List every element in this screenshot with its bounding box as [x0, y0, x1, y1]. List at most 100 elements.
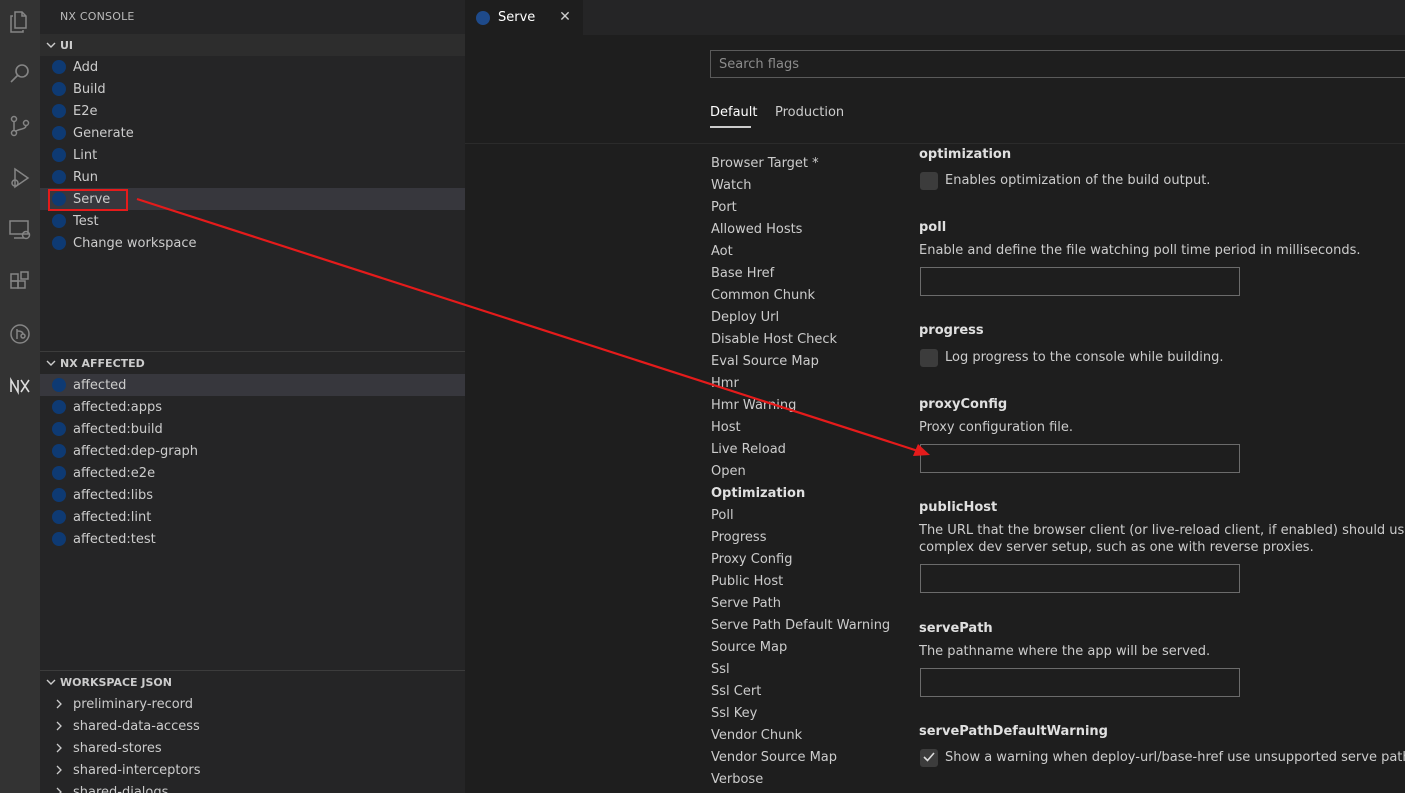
publichost-input[interactable] [920, 564, 1240, 593]
explorer-icon[interactable] [4, 6, 36, 38]
flag-nav-item[interactable]: Public Host [711, 571, 901, 593]
proxyconfig-input[interactable] [920, 444, 1240, 473]
section-header-workspace-json[interactable]: WORKSPACE JSON [40, 670, 465, 693]
affected-item[interactable]: affected:dep-graph [40, 440, 465, 462]
nx-task-icon [52, 510, 66, 524]
ui-item-test[interactable]: Test [40, 210, 465, 232]
affected-item[interactable]: affected:libs [40, 484, 465, 506]
field-label-optimization: optimization [919, 147, 1012, 162]
workspace-project-item[interactable]: shared-data-access [40, 715, 465, 737]
flag-nav-list: Browser Target * Watch Port Allowed Host… [711, 153, 901, 791]
flag-nav-item[interactable]: Source Map [711, 637, 901, 659]
flag-nav-item[interactable]: Vendor Source Map [711, 747, 901, 769]
flag-nav-item[interactable]: Poll [711, 505, 901, 527]
tab-default[interactable]: Default [710, 105, 758, 120]
tree-item-label: E2e [73, 103, 98, 119]
ui-item-build[interactable]: Build [40, 78, 465, 100]
flag-nav-item[interactable]: Ssl [711, 659, 901, 681]
section-header-affected[interactable]: NX AFFECTED [40, 351, 465, 374]
workspace-project-item[interactable]: shared-dialogs [40, 781, 465, 793]
affected-item[interactable]: affected:build [40, 418, 465, 440]
tab-serve[interactable]: Serve ✕ [465, 0, 583, 35]
affected-item[interactable]: affected:test [40, 528, 465, 550]
servepathdefaultwarning-description: Show a warning when deploy-url/base-href… [945, 750, 1405, 765]
servepathdefaultwarning-checkbox[interactable] [920, 749, 938, 767]
tree-item-label: affected:apps [73, 399, 163, 415]
flag-nav-item[interactable]: Live Reload [711, 439, 901, 461]
flag-nav-item[interactable]: Verbose [711, 769, 901, 791]
tree-item-label: affected [73, 377, 127, 393]
search-icon[interactable] [4, 58, 36, 90]
flag-nav-item[interactable]: Ssl Cert [711, 681, 901, 703]
flag-nav-item[interactable]: Watch [711, 175, 901, 197]
flag-nav-item-active[interactable]: Optimization [711, 483, 901, 505]
affected-item[interactable]: affected:e2e [40, 462, 465, 484]
flag-nav-item[interactable]: Allowed Hosts [711, 219, 901, 241]
sidebar-title: NX CONSOLE [60, 10, 135, 23]
flag-nav-item[interactable]: Deploy Url [711, 307, 901, 329]
workspace-project-item[interactable]: shared-stores [40, 737, 465, 759]
ui-item-change-workspace[interactable]: Change workspace [40, 232, 465, 254]
remote-explorer-icon[interactable] [4, 214, 36, 246]
workspace-project-item[interactable]: preliminary-record [40, 693, 465, 715]
flag-nav-item[interactable]: Proxy Config [711, 549, 901, 571]
nx-task-icon [52, 104, 66, 118]
ui-item-add[interactable]: Add [40, 56, 465, 78]
field-label-poll: poll [919, 220, 947, 235]
flag-nav-item[interactable]: Open [711, 461, 901, 483]
editor-tab-bar: Serve ✕ [465, 0, 1405, 35]
section-header-ui[interactable]: UI [40, 34, 465, 56]
field-label-proxyconfig: proxyConfig [919, 397, 1008, 412]
tree-item-label: preliminary-record [73, 696, 194, 712]
search-flags-input[interactable] [710, 50, 1405, 78]
poll-input[interactable] [920, 267, 1240, 296]
ui-item-lint[interactable]: Lint [40, 144, 465, 166]
flag-nav-item[interactable]: Vendor Chunk [711, 725, 901, 747]
source-control-icon[interactable] [4, 110, 36, 142]
flag-nav-item[interactable]: Aot [711, 241, 901, 263]
workspace-project-item[interactable]: shared-interceptors [40, 759, 465, 781]
flag-nav-item[interactable]: Base Href [711, 263, 901, 285]
servepath-input[interactable] [920, 668, 1240, 697]
flag-nav-item[interactable]: Hmr [711, 373, 901, 395]
chevron-down-icon [42, 677, 60, 687]
flag-nav-item[interactable]: Host [711, 417, 901, 439]
affected-item[interactable]: affected [40, 374, 465, 396]
ui-item-e2e[interactable]: E2e [40, 100, 465, 122]
flag-nav-item[interactable]: Disable Host Check [711, 329, 901, 351]
flag-nav-item[interactable]: Common Chunk [711, 285, 901, 307]
run-debug-icon[interactable] [4, 162, 36, 194]
affected-item[interactable]: affected:lint [40, 506, 465, 528]
flag-nav-item[interactable]: Eval Source Map [711, 351, 901, 373]
activity-bar [0, 0, 40, 793]
chevron-down-icon [42, 40, 60, 50]
tab-production[interactable]: Production [775, 105, 844, 120]
close-icon[interactable]: ✕ [557, 9, 573, 25]
tree-item-label: Lint [73, 147, 98, 163]
flag-nav-item[interactable]: Hmr Warning [711, 395, 901, 417]
flag-nav-item[interactable]: Serve Path Default Warning [711, 615, 901, 637]
ui-item-generate[interactable]: Generate [40, 122, 465, 144]
serve-editor: Default Production Browser Target * Watc… [465, 35, 1405, 793]
flag-nav-item[interactable]: Ssl Key [711, 703, 901, 725]
chevron-right-icon [54, 743, 64, 753]
poll-description: Enable and define the file watching poll… [919, 243, 1361, 258]
flag-nav-item[interactable]: Progress [711, 527, 901, 549]
nx-task-icon [52, 444, 66, 458]
affected-item[interactable]: affected:apps [40, 396, 465, 418]
tree-item-label: Run [73, 169, 98, 185]
section-label: NX AFFECTED [60, 356, 145, 370]
flag-nav-item[interactable]: Browser Target * [711, 153, 901, 175]
nx-console-icon[interactable] [4, 370, 36, 402]
ui-item-run[interactable]: Run [40, 166, 465, 188]
extensions-icon[interactable] [4, 266, 36, 298]
flag-nav-item[interactable]: Serve Path [711, 593, 901, 615]
tree-item-label: Test [73, 213, 99, 229]
git-graph-icon[interactable] [4, 318, 36, 350]
progress-checkbox[interactable] [920, 349, 938, 367]
field-label-progress: progress [919, 323, 984, 338]
nx-task-icon [52, 236, 66, 250]
field-label-servepathdefaultwarning: servePathDefaultWarning [919, 724, 1108, 739]
optimization-checkbox[interactable] [920, 172, 938, 190]
flag-nav-item[interactable]: Port [711, 197, 901, 219]
